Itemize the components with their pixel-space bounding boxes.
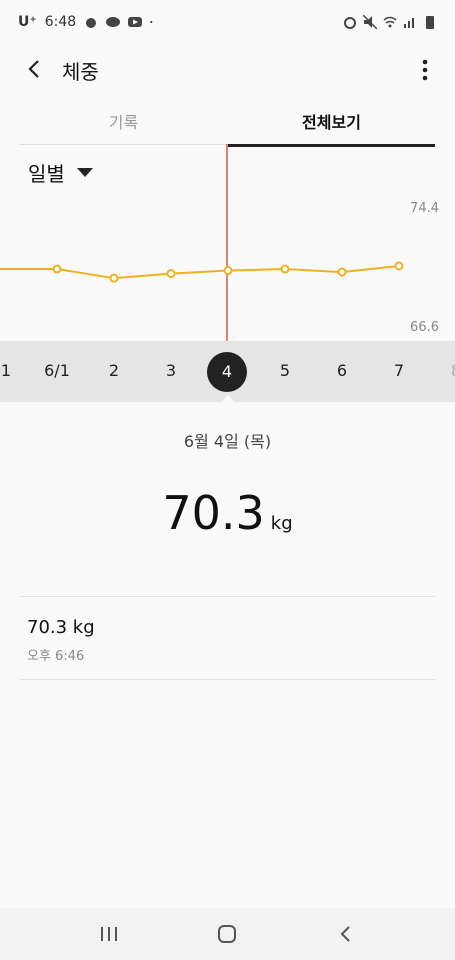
weight-data-point[interactable] [337, 267, 347, 277]
back-arrow-icon[interactable] [22, 56, 48, 82]
weight-unit: kg [270, 513, 293, 534]
carrier-label: U⁺ [18, 14, 37, 30]
more-vert-icon[interactable] [421, 58, 429, 82]
date-strip[interactable]: 1 6/1 2 3 4 5 6 7 8 [0, 341, 455, 402]
date-label[interactable]: 7 [394, 361, 404, 380]
record-time: 오후 6:46 [27, 649, 85, 664]
weight-data-point[interactable] [394, 261, 404, 271]
date-label[interactable]: 6/1 [44, 361, 70, 380]
weight-summary: 70.3 kg [0, 486, 455, 540]
weight-data-point[interactable] [280, 264, 290, 274]
tab-records[interactable]: 기록 [20, 106, 227, 145]
weight-data-point[interactable] [223, 266, 233, 276]
selection-pointer [222, 394, 234, 402]
weight-data-point[interactable] [52, 264, 62, 274]
signal-icon [404, 18, 414, 28]
record-value: 70.3 kg [27, 617, 95, 638]
date-label[interactable]: 6 [337, 361, 347, 380]
clock: 6:48 [44, 14, 77, 30]
tab-bar: 기록 전체보기 [20, 106, 435, 147]
weight-value: 70.3 [162, 486, 265, 540]
date-label[interactable]: 5 [280, 361, 290, 380]
navigation-bar [0, 908, 455, 960]
youtube-icon [128, 17, 143, 27]
page-title: 체중 [62, 60, 99, 84]
date-label[interactable]: 3 [166, 361, 176, 380]
period-selector[interactable]: 일별 [28, 158, 93, 187]
home-icon[interactable] [215, 922, 239, 946]
recent-apps-icon[interactable] [97, 922, 121, 946]
weight-data-point[interactable] [166, 269, 176, 279]
dot-icon [150, 20, 153, 24]
chat-icon [106, 17, 121, 27]
record-item[interactable]: 70.3 kg 오후 6:46 [20, 596, 435, 680]
wifi-icon [383, 16, 397, 28]
dropdown-triangle-icon [76, 168, 93, 177]
weight-data-point[interactable] [109, 273, 119, 283]
period-label: 일별 [28, 162, 65, 186]
alarm-icon [344, 17, 356, 29]
y-axis-min-label: 66.6 [410, 320, 439, 335]
date-label[interactable]: 1 [1, 361, 11, 380]
selected-date-title: 6월 4일 (목) [183, 432, 272, 451]
notification-icon [86, 18, 97, 28]
status-bar: U⁺ 6:48 [0, 0, 455, 44]
selected-date[interactable]: 4 [207, 352, 247, 392]
battery-icon [426, 16, 434, 29]
date-label[interactable]: 2 [109, 361, 119, 380]
date-label[interactable]: 8 [451, 361, 455, 380]
tab-overview[interactable]: 전체보기 [228, 106, 435, 147]
back-icon[interactable] [334, 922, 358, 946]
mute-icon [363, 15, 377, 29]
y-axis-max-label: 74.4 [410, 201, 439, 216]
app-bar: 체중 [0, 46, 455, 94]
